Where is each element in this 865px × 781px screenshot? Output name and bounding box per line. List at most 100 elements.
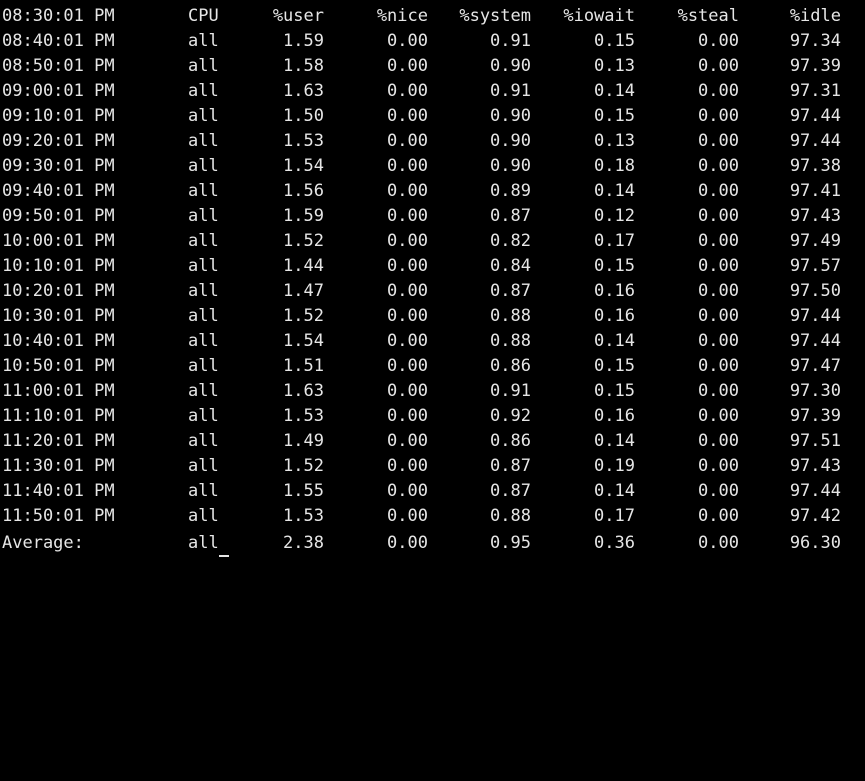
row-time: 11:00:01 PM [2, 381, 115, 401]
row-user: 1.52 [283, 231, 324, 251]
row-user: 1.56 [283, 181, 324, 201]
row-user: 1.63 [283, 81, 324, 101]
header-cpu: CPU [188, 6, 219, 26]
row-idle: 97.43 [789, 206, 841, 226]
row-steal: 0.00 [698, 181, 739, 201]
row-iowait: 0.16 [594, 281, 635, 301]
header-nice: %nice [376, 6, 428, 26]
row-nice: 0.00 [387, 306, 428, 326]
row-nice: 0.00 [387, 281, 428, 301]
row-cpu: all [188, 31, 219, 51]
row-nice: 0.00 [387, 156, 428, 176]
row-idle: 97.44 [789, 131, 841, 151]
sar-row: 11:20:01 PM all 1.49 0.00 0.86 0.14 0.00… [0, 429, 865, 454]
row-idle: 97.44 [789, 106, 841, 126]
row-cpu: all [188, 231, 219, 251]
row-system: 0.89 [490, 181, 531, 201]
row-cpu: all [188, 131, 219, 151]
row-time: 11:40:01 PM [2, 481, 115, 501]
row-iowait: 0.17 [594, 231, 635, 251]
row-nice: 0.00 [387, 106, 428, 126]
row-idle: 97.38 [789, 156, 841, 176]
header-iowait: %iowait [563, 6, 635, 26]
row-idle: 97.44 [789, 331, 841, 351]
row-system: 0.87 [490, 481, 531, 501]
row-cpu: all [188, 181, 219, 201]
row-iowait: 0.15 [594, 256, 635, 276]
row-cpu: all [188, 381, 219, 401]
row-time: 10:30:01 PM [2, 306, 115, 326]
header-system: %system [459, 6, 531, 26]
row-time: 11:30:01 PM [2, 456, 115, 476]
average-idle: 96.30 [789, 533, 841, 553]
sar-row: 10:30:01 PM all 1.52 0.00 0.88 0.16 0.00… [0, 304, 865, 329]
row-nice: 0.00 [387, 406, 428, 426]
row-cpu: all [188, 256, 219, 276]
row-steal: 0.00 [698, 206, 739, 226]
sar-row: 10:00:01 PM all 1.52 0.00 0.82 0.17 0.00… [0, 229, 865, 254]
row-time: 10:40:01 PM [2, 331, 115, 351]
row-time: 09:30:01 PM [2, 156, 115, 176]
row-iowait: 0.14 [594, 81, 635, 101]
row-idle: 97.34 [789, 31, 841, 51]
row-user: 1.54 [283, 331, 324, 351]
row-user: 1.53 [283, 131, 324, 151]
row-user: 1.52 [283, 306, 324, 326]
row-user: 1.58 [283, 56, 324, 76]
row-nice: 0.00 [387, 231, 428, 251]
row-idle: 97.43 [789, 456, 841, 476]
row-system: 0.88 [490, 506, 531, 526]
row-idle: 97.30 [789, 381, 841, 401]
row-idle: 97.44 [789, 306, 841, 326]
row-steal: 0.00 [698, 106, 739, 126]
row-time: 10:20:01 PM [2, 281, 115, 301]
row-nice: 0.00 [387, 481, 428, 501]
row-nice: 0.00 [387, 431, 428, 451]
row-system: 0.90 [490, 156, 531, 176]
row-cpu: all [188, 506, 219, 526]
row-user: 1.47 [283, 281, 324, 301]
row-user: 1.49 [283, 431, 324, 451]
row-iowait: 0.14 [594, 431, 635, 451]
row-idle: 97.49 [789, 231, 841, 251]
sar-row: 08:40:01 PM all 1.59 0.00 0.91 0.15 0.00… [0, 29, 865, 54]
row-idle: 97.47 [789, 356, 841, 376]
row-user: 1.55 [283, 481, 324, 501]
row-time: 08:40:01 PM [2, 31, 115, 51]
row-time: 10:50:01 PM [2, 356, 115, 376]
row-idle: 97.39 [789, 406, 841, 426]
row-cpu: all [188, 406, 219, 426]
row-time: 09:40:01 PM [2, 181, 115, 201]
row-user: 1.53 [283, 406, 324, 426]
row-steal: 0.00 [698, 331, 739, 351]
sar-row: 11:40:01 PM all 1.55 0.00 0.87 0.14 0.00… [0, 479, 865, 504]
row-nice: 0.00 [387, 356, 428, 376]
header-user: %user [272, 6, 324, 26]
row-steal: 0.00 [698, 256, 739, 276]
row-system: 0.82 [490, 231, 531, 251]
row-iowait: 0.15 [594, 356, 635, 376]
row-cpu: all [188, 306, 219, 326]
average-iowait: 0.36 [594, 533, 635, 553]
average-cpu: all [188, 533, 219, 553]
row-steal: 0.00 [698, 31, 739, 51]
row-system: 0.84 [490, 256, 531, 276]
terminal-window[interactable]: 08:30:01 PM CPU %user %nice %system %iow… [0, 0, 865, 561]
sar-row: 09:10:01 PM all 1.50 0.00 0.90 0.15 0.00… [0, 104, 865, 129]
row-iowait: 0.15 [594, 381, 635, 401]
row-cpu: all [188, 281, 219, 301]
row-cpu: all [188, 331, 219, 351]
row-iowait: 0.12 [594, 206, 635, 226]
row-user: 1.54 [283, 156, 324, 176]
row-system: 0.87 [490, 281, 531, 301]
sar-row: 08:50:01 PM all 1.58 0.00 0.90 0.13 0.00… [0, 54, 865, 79]
row-iowait: 0.15 [594, 31, 635, 51]
row-cpu: all [188, 356, 219, 376]
sar-row: 09:50:01 PM all 1.59 0.00 0.87 0.12 0.00… [0, 204, 865, 229]
row-time: 09:20:01 PM [2, 131, 115, 151]
row-time: 10:00:01 PM [2, 231, 115, 251]
row-system: 0.92 [490, 406, 531, 426]
sar-row: 11:00:01 PM all 1.63 0.00 0.91 0.15 0.00… [0, 379, 865, 404]
row-system: 0.87 [490, 456, 531, 476]
row-time: 09:10:01 PM [2, 106, 115, 126]
